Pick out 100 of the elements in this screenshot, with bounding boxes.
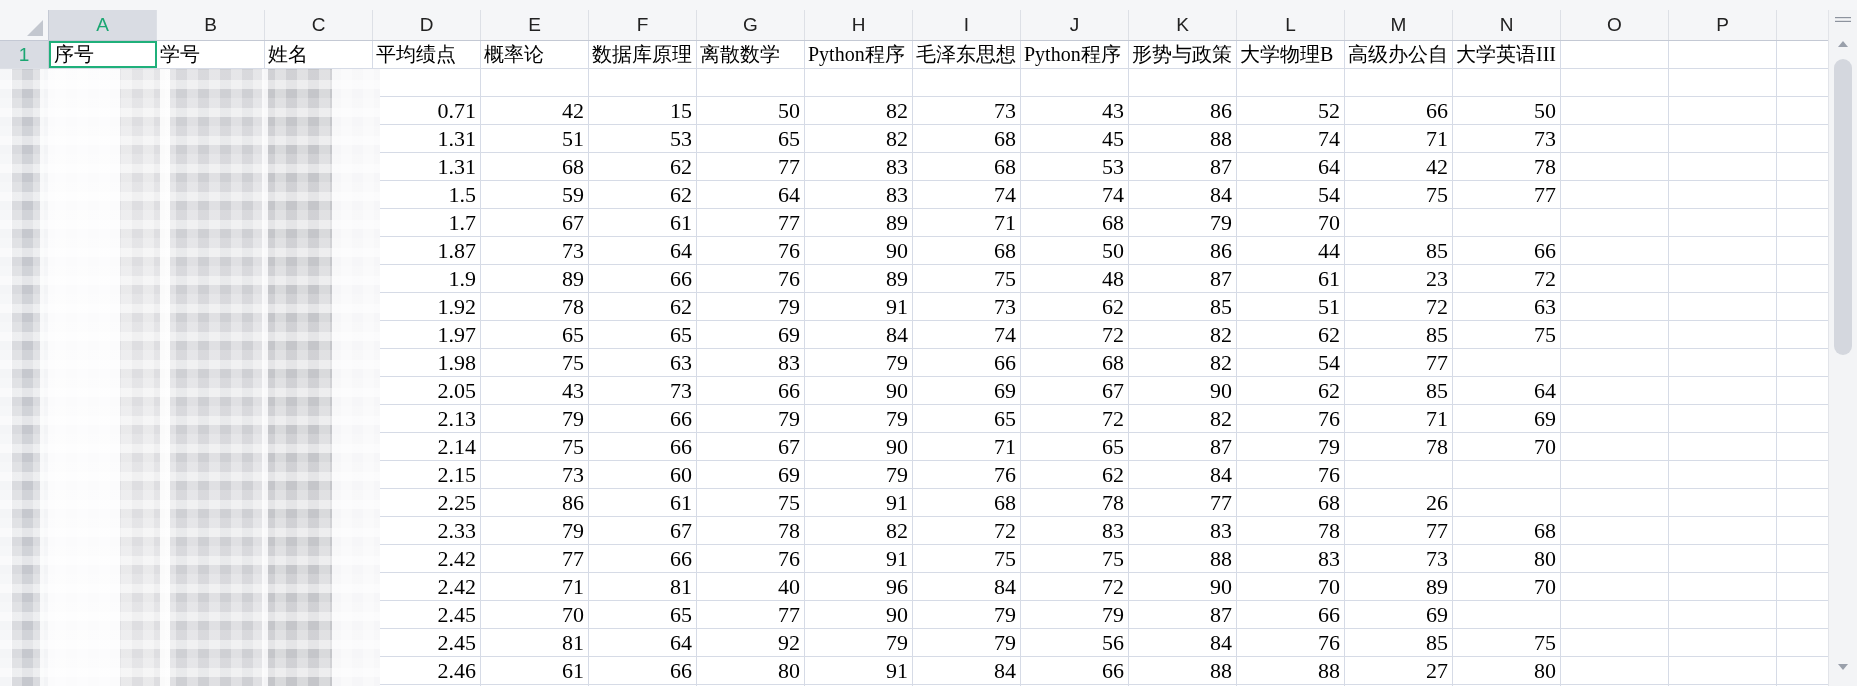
spreadsheet-cell[interactable]: 1.7 [373,209,481,236]
spreadsheet-cell[interactable]: 63 [1453,293,1561,320]
spreadsheet-cell[interactable]: 76 [1237,629,1345,656]
spreadsheet-cell[interactable]: 80 [1453,657,1561,684]
spreadsheet-cell[interactable]: 72 [1021,573,1129,600]
spreadsheet-cell[interactable]: 53 [589,125,697,152]
spreadsheet-cell[interactable]: 85 [1345,237,1453,264]
spreadsheet-cell[interactable]: 2.33 [373,517,481,544]
spreadsheet-cell[interactable]: 64 [1237,153,1345,180]
spreadsheet-cell[interactable]: 54 [1237,349,1345,376]
spreadsheet-cell[interactable]: 82 [805,97,913,124]
spreadsheet-cell[interactable]: 2.42 [373,545,481,572]
spreadsheet-cell[interactable]: 形势与政策 [1129,41,1237,68]
spreadsheet-cell[interactable]: 62 [589,293,697,320]
column-header[interactable]: L [1237,10,1345,40]
spreadsheet-cell[interactable]: 71 [913,433,1021,460]
spreadsheet-cell[interactable]: 88 [1129,125,1237,152]
spreadsheet-cell[interactable]: 2.14 [373,433,481,460]
spreadsheet-cell[interactable]: 67 [697,433,805,460]
spreadsheet-cell[interactable]: 83 [1021,517,1129,544]
spreadsheet-cell[interactable]: 84 [913,573,1021,600]
spreadsheet-cell[interactable]: 67 [1021,377,1129,404]
spreadsheet-cell[interactable]: 高级办公自 [1345,41,1453,68]
spreadsheet-cell[interactable]: 72 [1345,293,1453,320]
spreadsheet-cell[interactable]: 66 [1021,657,1129,684]
spreadsheet-cell[interactable]: 83 [805,181,913,208]
spreadsheet-cell[interactable]: 62 [1021,461,1129,488]
spreadsheet-cell[interactable]: 79 [481,405,589,432]
spreadsheet-cell[interactable]: 75 [481,349,589,376]
spreadsheet-cell[interactable]: 70 [1453,433,1561,460]
spreadsheet-cell[interactable]: 72 [1453,265,1561,292]
spreadsheet-cell[interactable]: 71 [481,573,589,600]
spreadsheet-cell[interactable]: 40 [697,573,805,600]
spreadsheet-cell[interactable]: 80 [1453,545,1561,572]
spreadsheet-cell[interactable]: 70 [1237,573,1345,600]
spreadsheet-cell[interactable]: 75 [913,545,1021,572]
spreadsheet-cell[interactable]: 84 [1129,629,1237,656]
spreadsheet-cell[interactable]: 84 [1129,181,1237,208]
spreadsheet-cell[interactable]: 76 [697,545,805,572]
spreadsheet-cell[interactable]: 66 [589,265,697,292]
spreadsheet-cell[interactable]: 63 [589,349,697,376]
spreadsheet-cell[interactable]: 85 [1345,321,1453,348]
spreadsheet-cell[interactable]: 72 [1021,321,1129,348]
spreadsheet-cell[interactable]: 75 [1453,321,1561,348]
spreadsheet-cell[interactable]: 77 [1129,489,1237,516]
spreadsheet-cell[interactable]: 91 [805,489,913,516]
spreadsheet-cell[interactable]: 64 [589,629,697,656]
column-header[interactable]: K [1129,10,1237,40]
spreadsheet-cell[interactable]: 62 [1021,293,1129,320]
spreadsheet-cell[interactable]: 84 [805,321,913,348]
spreadsheet-cell[interactable]: 71 [1345,125,1453,152]
spreadsheet-cell[interactable]: 77 [1345,349,1453,376]
spreadsheet-cell[interactable]: 概率论 [481,41,589,68]
spreadsheet-cell[interactable]: 48 [1021,265,1129,292]
spreadsheet-cell[interactable]: 68 [913,489,1021,516]
spreadsheet-cell[interactable]: 73 [481,461,589,488]
spreadsheet-cell[interactable]: 67 [481,209,589,236]
spreadsheet-cell[interactable]: 74 [913,321,1021,348]
spreadsheet-cell[interactable]: 91 [805,293,913,320]
spreadsheet-cell[interactable]: 91 [805,657,913,684]
split-handle-icon[interactable] [1835,17,1851,22]
spreadsheet-cell[interactable]: 90 [805,237,913,264]
spreadsheet-cell[interactable]: 74 [913,181,1021,208]
spreadsheet-cell[interactable]: 0.71 [373,97,481,124]
spreadsheet-cell[interactable]: 43 [1021,97,1129,124]
spreadsheet-cell[interactable]: 87 [1129,153,1237,180]
spreadsheet-cell[interactable]: 50 [1453,97,1561,124]
spreadsheet-cell[interactable]: 50 [697,97,805,124]
spreadsheet-cell[interactable]: 72 [1021,405,1129,432]
spreadsheet-cell[interactable]: 85 [1345,377,1453,404]
spreadsheet-cell[interactable]: 77 [481,545,589,572]
spreadsheet-cell[interactable]: 2.46 [373,657,481,684]
spreadsheet-cell[interactable]: 54 [1237,181,1345,208]
spreadsheet-cell[interactable]: 79 [805,349,913,376]
spreadsheet-cell[interactable]: 90 [805,433,913,460]
spreadsheet-cell[interactable]: 76 [697,265,805,292]
spreadsheet-cell[interactable]: 62 [589,153,697,180]
spreadsheet-cell[interactable]: 80 [697,657,805,684]
spreadsheet-cell[interactable]: 78 [1345,433,1453,460]
spreadsheet-cell[interactable]: Python程序 [1021,41,1129,68]
spreadsheet-cell[interactable]: 73 [481,237,589,264]
spreadsheet-cell[interactable]: 53 [1021,153,1129,180]
spreadsheet-cell[interactable]: 65 [481,321,589,348]
spreadsheet-cell[interactable]: 76 [697,237,805,264]
spreadsheet-cell[interactable]: 2.25 [373,489,481,516]
spreadsheet-cell[interactable]: 76 [1237,405,1345,432]
spreadsheet-cell[interactable]: 81 [481,629,589,656]
spreadsheet-cell[interactable]: 69 [913,377,1021,404]
spreadsheet-cell[interactable]: 73 [1345,545,1453,572]
spreadsheet-cell[interactable]: 66 [1237,601,1345,628]
spreadsheet-cell[interactable]: 62 [1237,321,1345,348]
spreadsheet-cell[interactable]: 序号 [49,41,157,68]
spreadsheet-cell[interactable]: 88 [1129,657,1237,684]
spreadsheet-cell[interactable]: 90 [805,601,913,628]
spreadsheet-cell[interactable]: 2.45 [373,629,481,656]
spreadsheet-cell[interactable]: 74 [1237,125,1345,152]
spreadsheet-cell[interactable]: 78 [1021,489,1129,516]
spreadsheet-cell[interactable]: 89 [481,265,589,292]
spreadsheet-cell[interactable]: 61 [589,489,697,516]
spreadsheet-cell[interactable]: 82 [1129,321,1237,348]
